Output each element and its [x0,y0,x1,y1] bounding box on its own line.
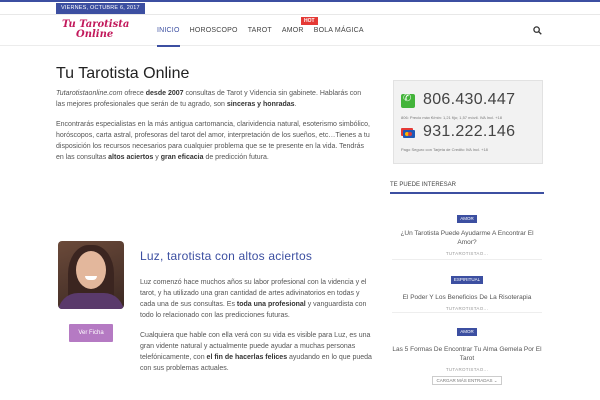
nav-horoscopo[interactable]: HOROSCOPO [190,16,238,46]
main-nav: INICIO HOROSCOPO TAROT AMOR BOLA MÁGICA [157,16,374,47]
divider [392,259,542,260]
related-post: ESPIRITUAL El Poder Y Los Beneficios De … [392,268,542,311]
tarotista-description: Luz comenzó hace muchos años su labor pr… [140,277,372,383]
nav-bola-magica[interactable]: BOLA MÁGICA [314,16,364,46]
tarotista-photo[interactable] [58,241,124,309]
text: de predicción futura. [203,154,269,161]
related-post-author[interactable]: TUTAROTISTAO... [392,251,542,256]
highlight: gran eficacia [160,154,204,161]
phone-icon [401,93,415,108]
date-badge: VIERNES, OCTUBRE 6, 2017 [56,3,145,14]
ver-ficha-button[interactable]: Ver Ficha [69,324,113,342]
logo-line-2: Online [76,29,114,40]
phone-number-931[interactable]: 931.222.146 [423,123,515,141]
top-accent-line [0,0,600,2]
highlight: altos aciertos [108,154,154,161]
text: y [153,154,161,161]
load-more-button[interactable]: CARGAR MÁS ENTRADAS ⌄ [432,376,502,385]
intro-text: Tutarotistaonline.com ofrece desde 2007 … [56,88,371,172]
phone-931-note: Pago Seguro con Tarjeta de Credito IVA I… [401,147,488,152]
related-post-author[interactable]: TUTAROTISTAO... [392,367,542,372]
intro-paragraph-2: Encontrarás especialistas en la más anti… [56,119,371,163]
tarotista-paragraph-2: Cualquiera que hable con ella verá con s… [140,330,372,374]
photo-shoulder [58,293,124,309]
phone-number-806[interactable]: 806.430.447 [423,91,515,109]
credit-card-icon [401,128,415,138]
nav-inicio[interactable]: INICIO [157,16,180,47]
highlight: sinceras y honradas [226,101,295,108]
highlight: toda una profesional [236,301,306,308]
top-bar: VIERNES, OCTUBRE 6, 2017 [0,0,600,15]
te-puede-interesar-heading: TE PUEDE INTERESAR [390,182,544,194]
category-tag[interactable]: ESPIRITUAL [450,276,484,284]
related-post-author[interactable]: TUTAROTISTAO... [392,306,542,311]
intro-paragraph-1: Tutarotistaonline.com ofrece desde 2007 … [56,88,371,110]
tarotista-name[interactable]: Luz, tarotista con altos aciertos [140,249,312,263]
nav-tarot[interactable]: TAROT [248,16,272,46]
site-logo[interactable]: Tu Tarotista Online [62,20,129,40]
header: Tu Tarotista Online INICIO HOROSCOPO TAR… [0,16,600,47]
highlight: desde 2007 [145,90,184,97]
page-title: Tu Tarotista Online [56,65,190,82]
related-post: AMOR ¿Un Tarotista Puede Ayudarme A Enco… [392,207,542,256]
phone-box: 806.430.447 806: Precio máx €/min: 1,21 … [393,80,543,164]
hot-badge: HOT [301,17,318,25]
related-post-title[interactable]: Las 5 Formas De Encontrar Tu Alma Gemela… [392,345,542,363]
search-icon[interactable] [533,26,542,35]
highlight: el fin de hacerlas felices [206,354,288,361]
related-post-title[interactable]: El Poder Y Los Beneficios De La Risotera… [392,293,542,302]
photo-face [76,251,106,289]
text: ofrece [122,90,146,97]
related-post-title[interactable]: ¿Un Tarotista Puede Ayudarme A Encontrar… [392,229,542,247]
related-post: AMOR Las 5 Formas De Encontrar Tu Alma G… [392,320,542,372]
tarotista-paragraph-1: Luz comenzó hace muchos años su labor pr… [140,277,372,321]
category-tag[interactable]: AMOR [457,215,477,223]
phone-806-note: 806: Precio máx €/min: 1,21 fijo; 1,57 m… [401,115,502,120]
text: . [294,101,297,108]
site-name: Tutarotistaonline.com [56,90,123,97]
category-tag[interactable]: AMOR [457,328,477,336]
divider [392,312,542,313]
